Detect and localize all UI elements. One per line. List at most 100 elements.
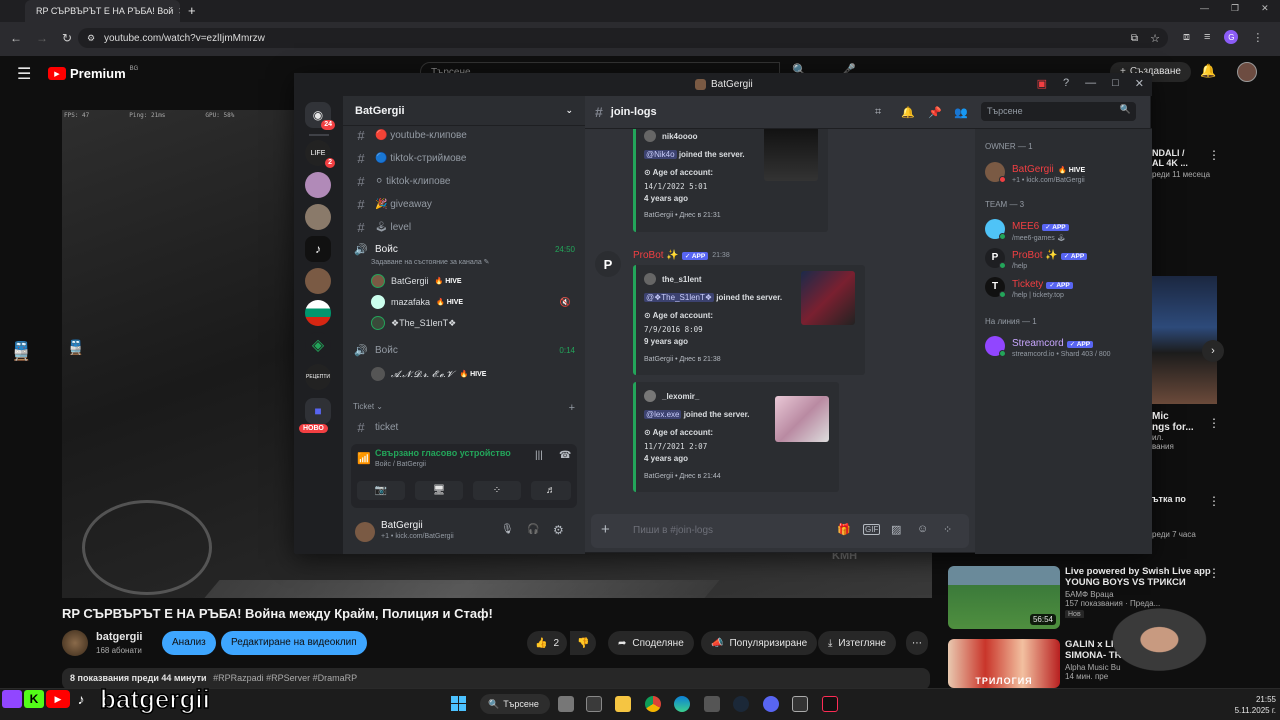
reload-icon[interactable]: ↻ <box>62 31 72 45</box>
sticker-icon[interactable]: ▨ <box>891 523 901 536</box>
headphones-icon[interactable]: 🎧 <box>527 524 539 535</box>
member-item[interactable]: MEE6 ✓ APP/mee6-games 🕹 <box>985 216 1069 242</box>
more-options-icon[interactable]: ⋮ <box>1208 494 1220 508</box>
member-item[interactable]: T Tickety ✓ APP/help | tickety.top <box>985 274 1073 299</box>
browser-tab[interactable]: RP СЪРВЪРЪТ Е НА РЪБА! Вой ✕ <box>25 0 180 22</box>
user-avatar[interactable] <box>355 522 375 542</box>
probot-avatar[interactable]: P <box>595 251 621 277</box>
download-button[interactable]: ⤓ Изтегляне <box>818 631 896 655</box>
member-item[interactable]: P ProBot ✨ ✓ APP/help <box>985 245 1088 270</box>
media-icon[interactable]: ≡ <box>1204 31 1210 43</box>
discord-taskbar-icon[interactable] <box>763 696 779 712</box>
camera-button[interactable]: 📷 <box>357 481 405 500</box>
channel-level[interactable]: # 🕹 level <box>353 220 411 235</box>
more-options-icon[interactable]: ⋮ <box>1208 416 1220 430</box>
server-recipes-icon[interactable]: РЕЦЕПТИ <box>305 364 331 390</box>
server-header[interactable]: BatGergii ⌄ <box>343 96 585 126</box>
attach-plus-icon[interactable]: + <box>601 521 610 538</box>
noise-suppression-icon[interactable]: ||| <box>535 450 543 461</box>
help-icon[interactable]: ? <box>1063 77 1069 90</box>
app-icon[interactable] <box>586 696 602 712</box>
clock[interactable]: 21:55 5.11.2025 г. <box>1226 694 1276 716</box>
file-explorer-icon[interactable] <box>615 696 631 712</box>
close-tab-icon[interactable]: ✕ <box>178 6 180 17</box>
like-button[interactable]: 👍 2 <box>527 631 568 655</box>
sidebar-item-1[interactable]: NDALI / AL 4K ... реди 11 месеца <box>1152 148 1212 179</box>
server-photo-icon[interactable] <box>305 204 331 230</box>
sidebar-next-icon[interactable]: › <box>1202 340 1224 362</box>
pin-icon[interactable]: 📌 <box>928 106 942 119</box>
discord-search-input[interactable]: Търсене 🔍 <box>981 102 1136 121</box>
start-icon[interactable] <box>451 696 466 711</box>
extensions-icon[interactable]: ⧈ <box>1183 31 1190 44</box>
app-icon[interactable] <box>704 696 720 712</box>
dc-maximize-icon[interactable]: □ <box>1112 77 1119 90</box>
voice-channel-2[interactable]: 🔊 Войс 0:14 <box>353 344 575 357</box>
activities-button[interactable]: ⁘ <box>473 481 521 500</box>
bookmark-star-icon[interactable]: ☆ <box>1150 32 1160 45</box>
dislike-button[interactable]: 👎 <box>570 631 597 655</box>
youtube-logo[interactable]: ▶ Premium BG <box>48 66 138 81</box>
voice-status-text[interactable]: Задаване на състояние за канала ✎ <box>371 258 490 266</box>
sidebar-thumbnail[interactable] <box>1152 276 1217 404</box>
members-icon[interactable]: 👥 <box>954 106 968 119</box>
steam-icon[interactable] <box>733 696 749 712</box>
user-mention[interactable]: @Nik4o <box>644 150 677 159</box>
add-channel-icon[interactable]: + <box>569 402 575 414</box>
install-app-icon[interactable]: ⧉ <box>1131 33 1138 44</box>
server-life-icon[interactable]: LIFE 2 <box>305 140 335 168</box>
tiktok-taskbar-icon[interactable] <box>822 696 838 712</box>
server-diamond-icon[interactable]: ◈ <box>305 332 331 358</box>
voice-user[interactable]: BatGergii 🔥 HIVE <box>371 274 462 288</box>
obs-icon[interactable] <box>792 696 808 712</box>
inbox-icon[interactable]: ▣ <box>1037 77 1047 90</box>
profile-avatar[interactable]: G <box>1224 30 1239 44</box>
gif-icon[interactable]: GIF <box>863 524 881 535</box>
disconnect-icon[interactable]: ☎ <box>559 450 571 461</box>
maximize-icon[interactable]: ❐ <box>1231 3 1239 14</box>
server-folder-icon[interactable]: ■ <box>305 398 331 424</box>
notifications-bell-icon[interactable]: 🔔 <box>1200 63 1216 79</box>
edit-video-button[interactable]: Редактиране на видеоклип <box>221 631 367 655</box>
share-button[interactable]: ➦ Споделяне <box>608 631 694 655</box>
emoji-icon[interactable]: ☺ <box>917 523 928 535</box>
probot-name[interactable]: ProBot ✨ <box>633 250 679 261</box>
sidebar-item-3[interactable]: ъткa по реди 7 часа <box>1152 494 1212 539</box>
sidebar-item-2[interactable]: Mic ngs for... ил. вания <box>1152 411 1212 451</box>
more-actions-button[interactable]: ⋯ <box>906 631 928 655</box>
bell-icon[interactable]: 🔔 <box>901 106 915 119</box>
discord-home-icon[interactable]: ◉ 24 <box>305 102 335 130</box>
taskbar-search[interactable]: 🔍 Търсене <box>480 694 550 714</box>
channel-tiktok-streams[interactable]: # 🔵 tiktok-стриймове <box>353 151 466 166</box>
promote-button[interactable]: 📣 Популяризиране <box>701 631 818 655</box>
server-bulgaria-icon[interactable] <box>305 300 331 326</box>
channel-name[interactable]: batgergii <box>96 631 142 643</box>
hashtags[interactable]: #RPRazpadi #RPServer #DramaRP <box>213 673 357 683</box>
server-anime-icon[interactable] <box>305 172 331 198</box>
site-info-icon[interactable]: ⚙ <box>87 33 95 44</box>
channel-giveaway[interactable]: # 🎉 giveaway <box>353 197 432 212</box>
minimize-icon[interactable]: — <box>1200 3 1209 14</box>
edge-icon[interactable] <box>674 696 690 712</box>
voice-user[interactable]: 𝓐.𝓝.𝓓.𝓻. 𝓔.𝓮.𝓥 🔥 HIVE <box>371 367 486 381</box>
hamburger-menu-icon[interactable]: ☰ <box>17 64 31 84</box>
back-icon[interactable]: ← <box>10 31 22 45</box>
new-tab-icon[interactable]: + <box>188 3 196 18</box>
ticket-category[interactable]: Ticket ⌄ + <box>353 402 575 414</box>
soundboard-button[interactable]: ♬ <box>531 481 571 500</box>
task-view-icon[interactable] <box>558 696 574 712</box>
chrome-icon[interactable] <box>645 696 661 712</box>
sidebar-thumbnail[interactable]: ТРИЛОГИЯ <box>948 639 1060 688</box>
more-options-icon[interactable]: ⋮ <box>1208 148 1220 162</box>
voice-channel-1[interactable]: 🔊 Войс 24:50 <box>353 243 575 256</box>
channel-tiktok-clips[interactable]: # ⚪ tiktok-клипове <box>353 174 450 189</box>
voice-user[interactable]: mazafaka 🔥 HIVE 🔇 <box>371 295 571 309</box>
apps-icon[interactable]: ⁘ <box>943 523 952 536</box>
server-tiktok-icon[interactable]: ♪ <box>305 236 331 262</box>
user-mention[interactable]: @lex.exe <box>644 410 682 419</box>
voice-connected-sub[interactable]: Войс / BatGergii <box>375 461 426 468</box>
yt-account-avatar[interactable] <box>1237 62 1257 82</box>
browser-menu-icon[interactable]: ⋮ <box>1252 31 1263 44</box>
threads-icon[interactable]: ⌗ <box>875 106 881 119</box>
analysis-button[interactable]: Анализ <box>162 631 216 655</box>
